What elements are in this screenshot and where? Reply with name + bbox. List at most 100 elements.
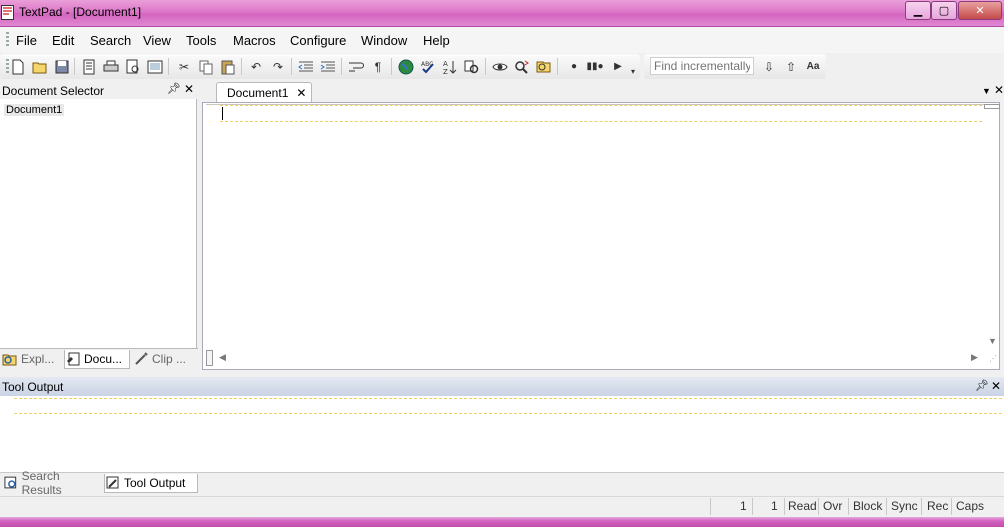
editor-pane[interactable] <box>202 102 1000 370</box>
status-separator <box>848 498 849 515</box>
tab-label: Expl... <box>21 352 55 366</box>
output-line-highlight <box>14 398 1002 414</box>
document-properties-icon[interactable] <box>146 58 164 75</box>
tab-tool-output[interactable]: Tool Output <box>104 474 198 493</box>
document-list[interactable] <box>0 99 197 348</box>
search-results-icon <box>4 476 17 489</box>
replace-icon[interactable] <box>513 58 531 75</box>
save-all-icon[interactable] <box>80 58 98 75</box>
word-wrap-icon[interactable] <box>347 58 365 75</box>
paragraph-marks-icon[interactable]: ¶ <box>369 58 387 75</box>
minimize-icon: ▁ <box>913 5 923 17</box>
status-separator <box>818 498 819 515</box>
clip-icon <box>135 352 148 365</box>
scroll-down-arrow-icon[interactable]: ▼ <box>988 336 997 346</box>
arrow-up-icon[interactable]: ⇧ <box>782 58 800 75</box>
textpad-app-icon[interactable] <box>1 5 14 20</box>
find-incrementally-input[interactable] <box>650 57 754 75</box>
menu-grip[interactable] <box>6 32 9 48</box>
status-sync[interactable]: Sync <box>891 499 918 513</box>
status-separator <box>710 498 711 515</box>
svg-text:A: A <box>443 60 448 68</box>
menu-help[interactable]: Help <box>423 33 450 48</box>
tab-documents[interactable]: Docu... <box>64 350 130 369</box>
print-icon[interactable] <box>102 58 120 75</box>
toolbar-separator <box>341 58 342 75</box>
menu-window[interactable]: Window <box>361 33 407 48</box>
maximize-button[interactable]: ▢ <box>931 1 957 20</box>
arrow-down-icon[interactable]: ⇩ <box>760 58 778 75</box>
close-panel-icon[interactable]: ✕ <box>184 82 194 96</box>
document-tab[interactable]: Document1 ✕ <box>216 82 312 102</box>
tab-search-results[interactable]: Search Results <box>3 469 101 497</box>
spell-check-icon[interactable]: ABC <box>419 58 437 75</box>
find-in-files-icon[interactable] <box>535 58 553 75</box>
tool-output-icon <box>106 476 119 489</box>
close-tab-icon[interactable]: ✕ <box>296 86 306 100</box>
find-icon[interactable] <box>491 58 509 75</box>
title-bar[interactable] <box>0 0 1004 27</box>
undo-icon[interactable]: ↶ <box>247 58 265 75</box>
menu-configure[interactable]: Configure <box>290 33 346 48</box>
close-button[interactable]: ✕ <box>958 1 1002 20</box>
horizontal-scrollbar[interactable]: ◀ ▶ <box>215 351 983 364</box>
split-handle[interactable] <box>984 104 1000 109</box>
decrease-indent-icon[interactable] <box>297 58 315 75</box>
toolbar-separator <box>485 58 486 75</box>
play-macro-icon[interactable]: ▶ <box>609 58 627 75</box>
increase-indent-icon[interactable] <box>319 58 337 75</box>
compare-files-icon[interactable] <box>463 58 481 75</box>
paste-icon[interactable] <box>219 58 237 75</box>
toolbar-overflow-icon[interactable]: ▾ <box>628 63 638 80</box>
menu-edit[interactable]: Edit <box>52 33 74 48</box>
document-tab-label: Document1 <box>227 85 289 100</box>
match-case-button[interactable]: Aa <box>804 58 822 75</box>
document-selector-title: Document Selector <box>2 84 105 98</box>
status-record[interactable]: Rec <box>927 499 948 513</box>
window-bottom-border <box>0 517 1004 527</box>
menu-view[interactable]: View <box>143 33 171 48</box>
status-separator <box>752 498 753 515</box>
browser-globe-icon[interactable] <box>397 58 415 75</box>
new-document-icon[interactable] <box>9 58 27 75</box>
status-overwrite[interactable]: Ovr <box>823 499 842 513</box>
menu-search[interactable]: Search <box>90 33 131 48</box>
redo-icon[interactable]: ↷ <box>269 58 287 75</box>
tab-list-dropdown-icon[interactable]: ▼ <box>982 86 991 96</box>
status-separator <box>921 498 922 515</box>
open-folder-icon[interactable] <box>31 58 49 75</box>
current-line-highlight[interactable] <box>220 105 982 122</box>
menu-macros[interactable]: Macros <box>233 33 276 48</box>
pause-macro-icon[interactable]: ▮▮● <box>584 58 606 75</box>
close-panel-icon[interactable]: ✕ <box>991 379 1001 393</box>
maximize-icon: ▢ <box>938 5 950 17</box>
horizontal-split-handle[interactable] <box>206 350 213 366</box>
status-read[interactable]: Read <box>788 499 817 513</box>
tab-explorer[interactable]: Expl... <box>2 350 60 368</box>
tab-label: Docu... <box>84 352 123 366</box>
tab-clip-library[interactable]: Clip ... <box>133 350 195 368</box>
minimize-button[interactable]: ▁ <box>905 1 931 20</box>
menu-file[interactable]: File <box>16 33 37 48</box>
resize-grip-icon[interactable]: ⋰ <box>989 354 997 363</box>
sort-icon[interactable]: AZ <box>441 58 459 75</box>
copy-icon[interactable] <box>197 58 215 75</box>
tool-output-header <box>0 377 1004 396</box>
pin-icon[interactable]: 📌︎ <box>975 379 989 392</box>
status-separator <box>784 498 785 515</box>
status-block[interactable]: Block <box>853 499 882 513</box>
close-editor-icon[interactable]: ✕ <box>994 83 1004 97</box>
pin-icon[interactable]: 📌︎ <box>167 82 181 95</box>
menu-tools[interactable]: Tools <box>186 33 216 48</box>
toolbar-separator <box>74 58 75 75</box>
vertical-scrollbar[interactable]: ▼ <box>984 108 999 350</box>
document-icon <box>67 352 80 366</box>
scroll-right-arrow-icon[interactable]: ▶ <box>971 352 978 363</box>
print-preview-icon[interactable] <box>124 58 142 75</box>
scroll-left-arrow-icon[interactable]: ◀ <box>219 352 226 363</box>
cut-icon[interactable]: ✂ <box>175 58 193 75</box>
tab-label: Tool Output <box>124 476 186 490</box>
document-list-item[interactable]: Document1 <box>4 104 65 116</box>
save-icon[interactable] <box>53 58 71 75</box>
record-macro-icon[interactable]: ● <box>565 58 583 75</box>
